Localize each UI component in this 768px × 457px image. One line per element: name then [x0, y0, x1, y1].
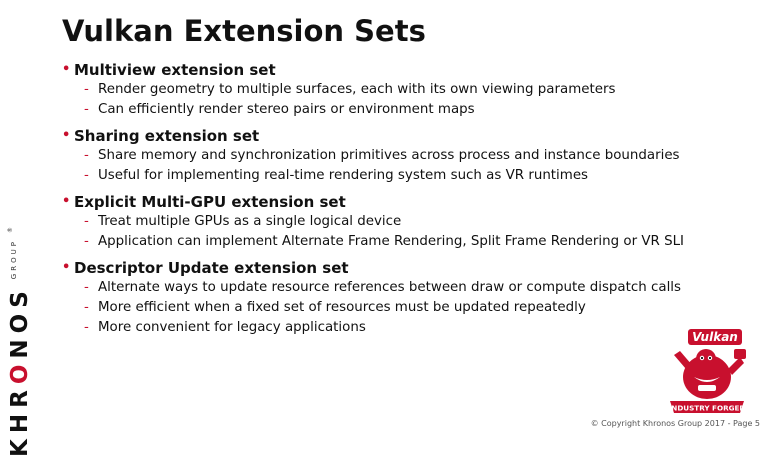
- dash-icon: -: [84, 320, 89, 335]
- list-item-text: More efficient when a fixed set of resou…: [98, 300, 586, 315]
- sub-list: - Alternate ways to update resource refe…: [62, 278, 742, 338]
- bullet-icon: •: [62, 194, 71, 209]
- dash-icon: -: [84, 280, 89, 295]
- list-item-text: Alternate ways to update resource refere…: [98, 280, 681, 295]
- vulkan-logo-graphic: Vulkan INDUSTRY FORGED: [669, 329, 746, 413]
- list-item: - Alternate ways to update resource refe…: [62, 278, 742, 298]
- list-item: - Render geometry to multiple surfaces, …: [62, 80, 742, 100]
- slide-content: • Multiview extension set - Render geome…: [62, 60, 742, 344]
- dash-icon: -: [84, 82, 89, 97]
- section-heading-text: Sharing extension set: [74, 127, 260, 145]
- dash-icon: -: [84, 102, 89, 117]
- list-item-text: Render geometry to multiple surfaces, ea…: [98, 82, 616, 97]
- dash-icon: -: [84, 234, 89, 249]
- list-item-text: Application can implement Alternate Fram…: [98, 234, 684, 249]
- section-descriptor-update: • Descriptor Update extension set - Alte…: [62, 258, 742, 338]
- list-item-text: More convenient for legacy applications: [98, 320, 366, 335]
- khronos-wordmark: KHRONOS: [7, 285, 33, 457]
- section-heading: • Sharing extension set: [62, 126, 742, 146]
- list-item-text: Treat multiple GPUs as a single logical …: [98, 214, 402, 229]
- vulkan-logo-icon: Vulkan INDUSTRY FORGED: [664, 325, 750, 417]
- vulkan-banner: INDUSTRY FORGED: [669, 404, 746, 413]
- list-item: - Treat multiple GPUs as a single logica…: [62, 212, 742, 232]
- list-item: - Application can implement Alternate Fr…: [62, 232, 742, 252]
- dash-icon: -: [84, 300, 89, 315]
- section-multi-gpu: • Explicit Multi-GPU extension set - Tre…: [62, 192, 742, 252]
- list-item-text: Can efficiently render stereo pairs or e…: [98, 102, 475, 117]
- section-heading-text: Multiview extension set: [74, 61, 276, 79]
- trademark-mark: ®: [6, 227, 14, 234]
- section-heading-text: Descriptor Update extension set: [74, 259, 349, 277]
- list-item: - More convenient for legacy application…: [62, 318, 742, 338]
- section-multiview: • Multiview extension set - Render geome…: [62, 60, 742, 120]
- sidebar: KHRONOS GROUP ®: [0, 0, 40, 457]
- list-item-text: Share memory and synchronization primiti…: [98, 148, 680, 163]
- section-heading-text: Explicit Multi-GPU extension set: [74, 193, 346, 211]
- section-heading: • Multiview extension set: [62, 60, 742, 80]
- bullet-icon: •: [62, 128, 71, 143]
- section-sharing: • Sharing extension set - Share memory a…: [62, 126, 742, 186]
- list-item: - More efficient when a fixed set of res…: [62, 298, 742, 318]
- slide-title: Vulkan Extension Sets: [62, 14, 426, 48]
- list-item: - Share memory and synchronization primi…: [62, 146, 742, 166]
- vulkan-word: Vulkan: [692, 330, 738, 344]
- list-item: - Can efficiently render stereo pairs or…: [62, 100, 742, 120]
- list-item: - Useful for implementing real-time rend…: [62, 166, 742, 186]
- sub-list: - Treat multiple GPUs as a single logica…: [62, 212, 742, 252]
- bullet-icon: •: [62, 62, 71, 77]
- khronos-logo: KHRONOS GROUP ®: [6, 227, 34, 457]
- bullet-icon: •: [62, 260, 71, 275]
- copyright-footer: © Copyright Khronos Group 2017 - Page 5: [590, 419, 760, 428]
- dash-icon: -: [84, 168, 89, 183]
- section-heading: • Explicit Multi-GPU extension set: [62, 192, 742, 212]
- list-item-text: Useful for implementing real-time render…: [98, 168, 589, 183]
- section-heading: • Descriptor Update extension set: [62, 258, 742, 278]
- dash-icon: -: [84, 214, 89, 229]
- dash-icon: -: [84, 148, 89, 163]
- sub-list: - Render geometry to multiple surfaces, …: [62, 80, 742, 120]
- khronos-group-label: GROUP: [10, 239, 18, 280]
- sub-list: - Share memory and synchronization primi…: [62, 146, 742, 186]
